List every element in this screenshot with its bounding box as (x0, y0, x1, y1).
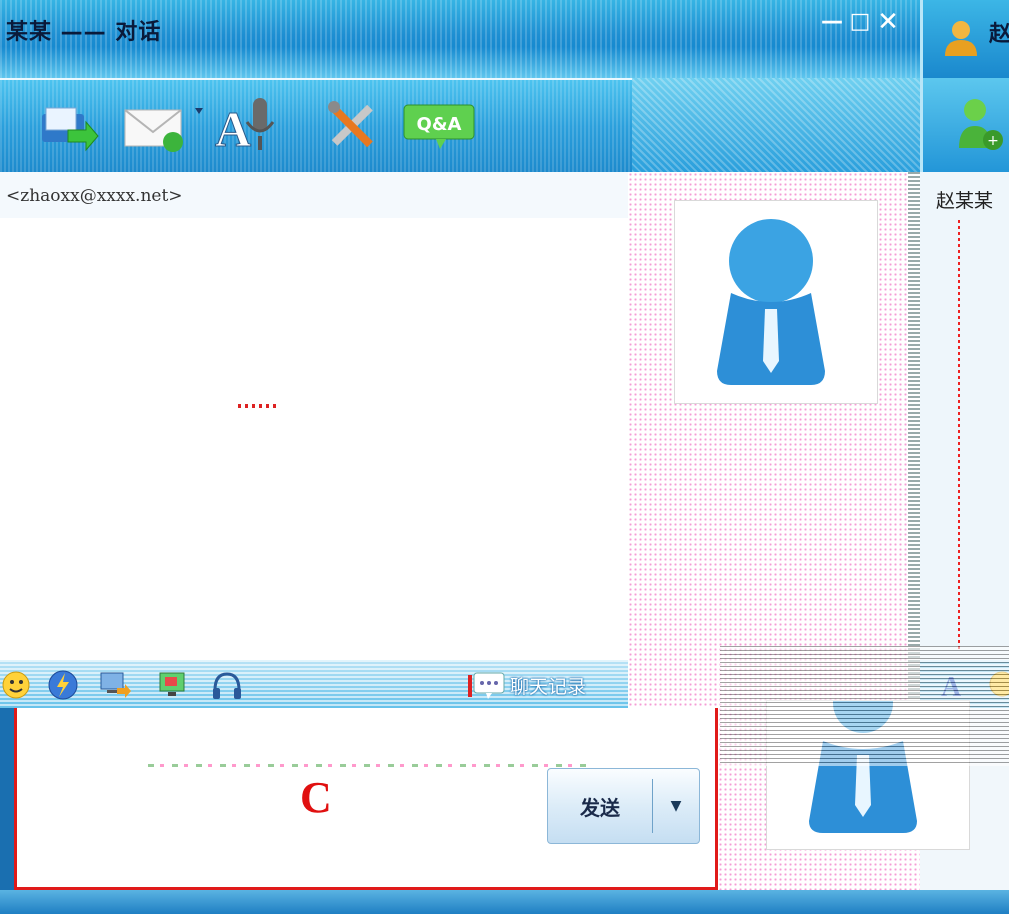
minimize-button[interactable]: — (818, 10, 846, 34)
background-window-title: 赵 (989, 22, 1009, 47)
avatar-icon (717, 219, 825, 385)
render-artifact (238, 404, 278, 408)
qa-icon: Q&A (403, 104, 475, 149)
qa-button[interactable]: Q&A (402, 96, 478, 156)
window-bottom-border (0, 890, 920, 914)
contact-info-bar: <zhaoxx@xxxx.net> (0, 172, 628, 218)
mail-icon (124, 108, 203, 152)
background-divider (958, 220, 960, 650)
toolbar-extension (632, 78, 920, 172)
chat-history-icon (468, 672, 505, 699)
qa-label: Q&A (417, 114, 462, 135)
voice-chat-button[interactable]: A (212, 96, 288, 158)
shake-icon (48, 670, 78, 700)
emoticon-button[interactable] (0, 668, 34, 702)
mail-button[interactable] (120, 96, 206, 156)
background-bottom-border (920, 890, 1009, 914)
user-icon (945, 21, 977, 56)
render-artifact (720, 646, 1009, 766)
message-history[interactable] (0, 218, 629, 660)
chat-history-button[interactable]: 聊天记录 (466, 668, 586, 702)
file-transfer-button[interactable] (36, 96, 102, 156)
send-options-dropdown[interactable]: ▼ (653, 769, 699, 843)
render-artifact (148, 764, 588, 767)
screen-share-button[interactable] (98, 668, 132, 702)
file-transfer-icon (42, 107, 99, 152)
tools-button[interactable] (322, 96, 384, 156)
music-button[interactable] (210, 668, 244, 702)
svg-text:+: + (987, 133, 999, 149)
title-bar[interactable]: 某某 —— 对话 — □ ✕ (0, 0, 920, 78)
settings-tools-icon (328, 101, 373, 148)
window-title: 某某 —— 对话 (6, 20, 162, 45)
close-button[interactable]: ✕ (874, 9, 902, 35)
chat-history-label: 聊天记录 (510, 675, 587, 698)
screen-share-icon (100, 672, 131, 698)
maximize-button[interactable]: □ (846, 10, 874, 34)
background-title-bar[interactable]: 赵 (920, 0, 1009, 78)
emoticon-icon (2, 671, 30, 699)
svg-text:A: A (215, 101, 251, 157)
send-button-group: 发送 ▼ (547, 768, 700, 844)
contact-email: <zhaoxx@xxxx.net> (6, 186, 183, 206)
background-contact-name: 赵某某 (936, 190, 994, 212)
screenshot-icon (159, 672, 185, 696)
screenshot-button[interactable] (156, 668, 190, 702)
chevron-down-icon: ▼ (670, 798, 682, 814)
add-contact-icon: + (959, 99, 1003, 150)
voice-chat-icon: A (215, 98, 275, 158)
shake-button[interactable] (46, 668, 80, 702)
music-icon (213, 672, 241, 699)
send-button[interactable]: 发送 (548, 769, 652, 843)
contact-avatar[interactable] (674, 200, 878, 404)
region-label: C (300, 773, 332, 822)
background-toolbar: + (920, 78, 1009, 172)
